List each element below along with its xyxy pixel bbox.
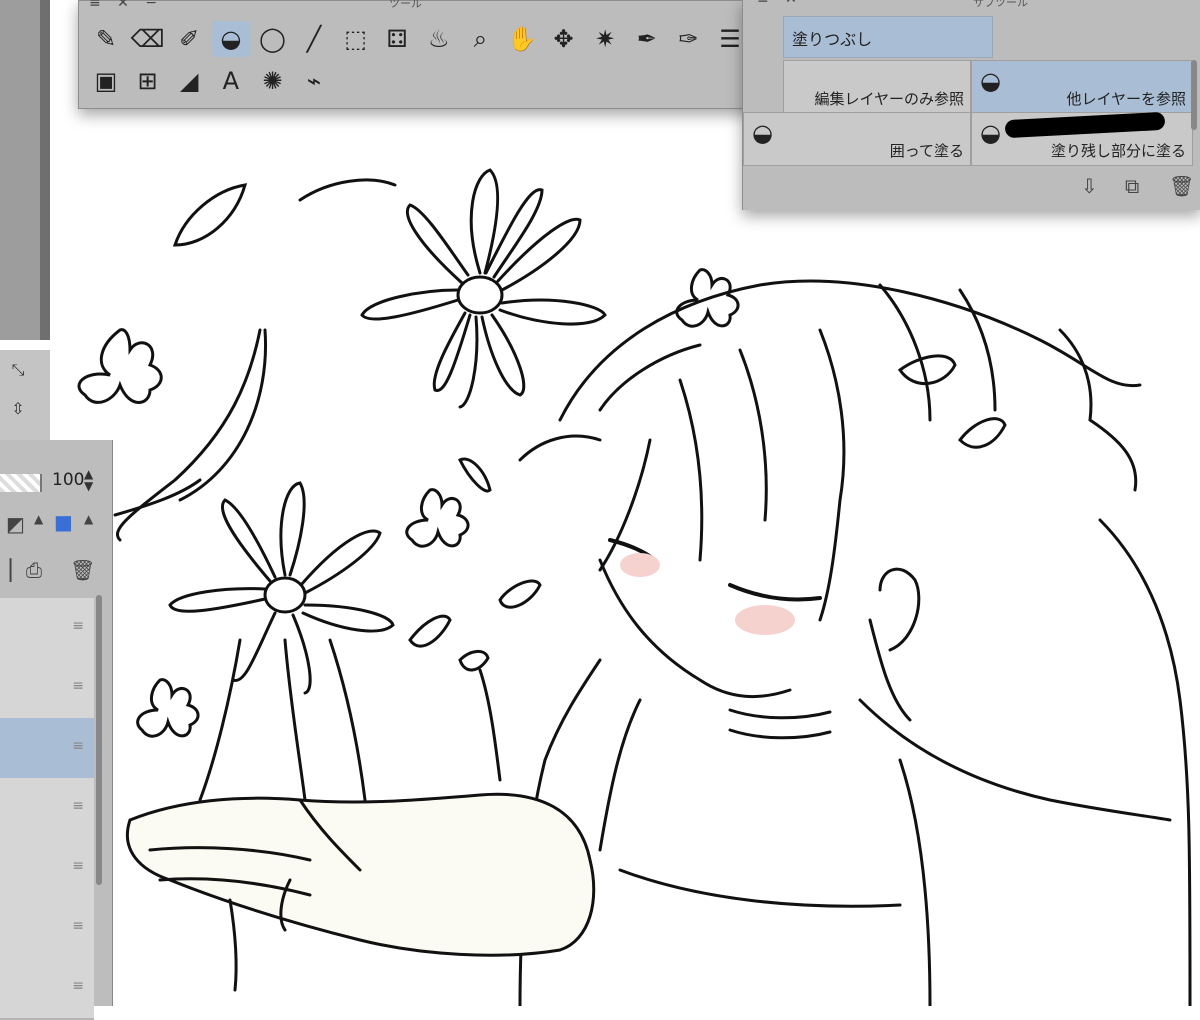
lasso-select-tool-icon[interactable]: ◯: [253, 21, 291, 57]
hand-tool-icon[interactable]: ✋: [503, 21, 541, 57]
color-spinner-icon[interactable]: ▲: [84, 512, 93, 526]
layer-row[interactable]: ≡: [0, 958, 94, 1020]
layer-scrollbar[interactable]: [96, 595, 102, 885]
opacity-slider[interactable]: [0, 474, 42, 492]
camera-icon[interactable]: ⎙: [26, 558, 42, 582]
opacity-value[interactable]: 100: [52, 470, 84, 490]
layer-mode-row: ◩ ▲ ■ ▲: [0, 506, 112, 546]
auto-select-tool-icon[interactable]: ⚃: [378, 21, 416, 57]
left-dock-inner: [0, 0, 40, 340]
drag-handle-icon[interactable]: ≡: [72, 918, 84, 934]
drag-handle-icon[interactable]: ≡: [72, 798, 84, 814]
subtool-item-edit-layer-only[interactable]: 編集レイヤーのみ参照: [783, 60, 971, 114]
layer-row[interactable]: ≡: [0, 838, 94, 900]
line-tool-icon[interactable]: ╱: [295, 21, 333, 57]
fit-to-screen-icon[interactable]: ⤡: [6, 358, 30, 382]
duplicate-icon[interactable]: ⧉: [1125, 174, 1139, 198]
subtool-panel: ≡ ✕ − サブツール 塗りつぶし 編集レイヤーのみ参照 ◒ 他レイヤーを参照 …: [742, 0, 1200, 210]
layer-row[interactable]: ≡: [0, 598, 94, 660]
layer-color-icon[interactable]: ■: [54, 510, 73, 534]
navigator-controls: ⤡ ⇳: [0, 350, 50, 440]
subtool-item-label: 囲って塗る: [889, 142, 964, 160]
fill-bucket-icon: ◒: [980, 67, 1001, 95]
left-dock-panel: [0, 0, 50, 340]
subtool-title: サブツール: [973, 0, 1028, 9]
subtool-item-label: 塗り残し部分に塗る: [1050, 142, 1186, 160]
drag-handle-icon[interactable]: ≡: [72, 978, 84, 994]
trash-icon[interactable]: 🗑: [70, 558, 95, 582]
text-tool-icon[interactable]: A: [212, 63, 250, 99]
move-tool-icon[interactable]: ✥: [545, 21, 583, 57]
correct-line-tool-icon[interactable]: ✑: [669, 21, 707, 57]
drag-handle-icon[interactable]: ≡: [72, 738, 84, 754]
subtool-window-buttons[interactable]: ≡ ✕ −: [757, 0, 831, 7]
layer-row[interactable]: ≡: [0, 778, 94, 840]
enclose-fill-icon: ◒: [752, 119, 773, 147]
subtool-group-tab[interactable]: 塗りつぶし: [783, 16, 993, 58]
decoration-tool-icon[interactable]: ⌁: [295, 63, 333, 99]
flip-vertical-icon[interactable]: ⇳: [6, 396, 30, 420]
balloon-tool-icon[interactable]: ✺: [253, 63, 291, 99]
mask-icon[interactable]: ◩: [6, 512, 25, 536]
blend-tool-icon[interactable]: ♨: [420, 21, 458, 57]
eyedropper-tool-icon[interactable]: ✐: [170, 21, 208, 57]
clip-icon[interactable]: ▕: [0, 558, 11, 582]
opacity-spinner[interactable]: ▲ ▼: [84, 468, 93, 492]
tool-palette: ≡ ✕ − ツール ✎ ⌫ ✐ ◒ ◯ ╱ ⬚ ⚃ ♨ ⌕ ✋ ✥ ✷ ✒ ✑ ☰ ▣ ⊞ ◢ A ✺ ⌁: [78, 0, 783, 109]
palette-title: ツール: [389, 0, 422, 10]
download-icon[interactable]: ⇩: [1081, 174, 1098, 198]
ruler-tool-icon[interactable]: ◢: [170, 63, 208, 99]
palette-titlebar: ≡ ✕ − ツール: [79, 0, 782, 15]
layer-row[interactable]: ≡: [0, 898, 94, 960]
subtool-bottom-bar: ⇩ ⧉ 🗑: [743, 170, 1200, 206]
subtool-group-label: 塗りつぶし: [792, 30, 873, 49]
spinner-icon[interactable]: ▲: [34, 512, 43, 526]
eraser-tool-icon[interactable]: ⌫: [129, 21, 167, 57]
pen-tool-icon[interactable]: ✎: [87, 21, 125, 57]
vector-pen-tool-icon[interactable]: ✒: [628, 21, 666, 57]
opacity-row: 100 ▲ ▼: [0, 464, 112, 498]
drag-handle-icon[interactable]: ≡: [72, 678, 84, 694]
drag-handle-icon[interactable]: ≡: [72, 618, 84, 634]
subtool-item-refer-other-layers[interactable]: ◒ 他レイヤーを参照: [971, 60, 1193, 114]
sparkle-tool-icon[interactable]: ✷: [586, 21, 624, 57]
subtool-item-label: 他レイヤーを参照: [1066, 90, 1186, 108]
frame-border-tool-icon[interactable]: ⊞: [129, 63, 167, 99]
subtool-item-label: 編集レイヤーのみ参照: [814, 90, 964, 108]
layer-row[interactable]: ≡: [0, 658, 94, 720]
subtool-scrollbar[interactable]: [1191, 60, 1197, 130]
trash-icon[interactable]: 🗑: [1169, 174, 1194, 198]
subtool-item-enclose-fill[interactable]: ◒ 囲って塗る: [743, 112, 971, 166]
palette-window-buttons[interactable]: ≡ ✕ −: [89, 0, 163, 11]
layer-panel: 100 ▲ ▼ ◩ ▲ ■ ▲ ▕ ⎙ 🗑 ≡ ≡ ≡ ≡ ≡ ≡ ≡: [0, 440, 113, 1020]
layer-action-row: ▕ ⎙ 🗑: [0, 552, 112, 592]
paint-unfilled-icon: ◒: [980, 119, 1001, 147]
fill-tool-icon[interactable]: ◒: [211, 21, 250, 57]
layer-row-selected[interactable]: ≡: [0, 718, 94, 780]
gradient-tool-icon[interactable]: ▣: [87, 63, 125, 99]
drag-handle-icon[interactable]: ≡: [72, 858, 84, 874]
zoom-tool-icon[interactable]: ⌕: [461, 21, 499, 57]
object-select-tool-icon[interactable]: ⬚: [337, 21, 375, 57]
